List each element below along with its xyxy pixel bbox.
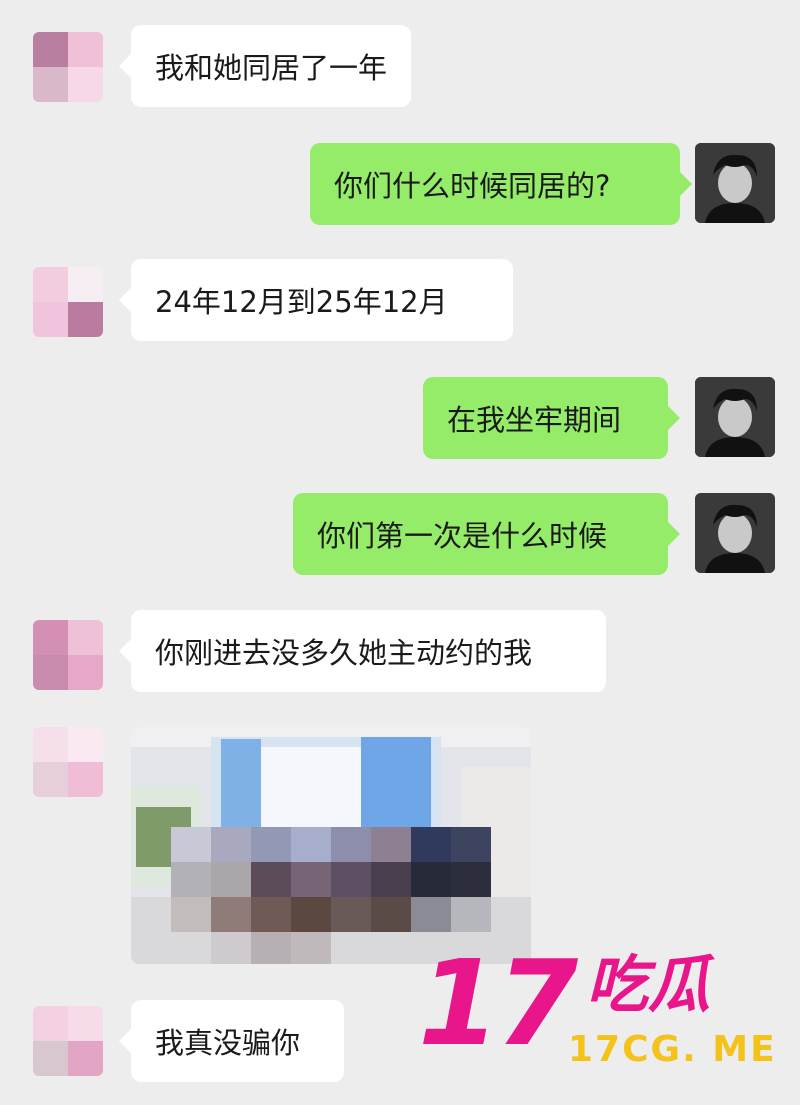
pixelated-avatar-icon (33, 267, 103, 337)
watermark-chinese: 吃瓜 (586, 948, 711, 1021)
pixelated-avatar-icon (33, 1006, 103, 1076)
contact-avatar[interactable] (33, 32, 103, 102)
pixelated-avatar-icon (33, 32, 103, 102)
message-row: 在我坐牢期间 (0, 377, 800, 459)
message-bubble[interactable]: 在我坐牢期间 (423, 377, 680, 459)
message-row: 你们第一次是什么时候 (0, 493, 800, 575)
person-photo-icon (695, 377, 775, 457)
user-avatar[interactable] (695, 143, 775, 223)
image-message[interactable] (131, 727, 531, 964)
message-bubble[interactable]: 我真没骗你 (119, 1000, 344, 1082)
message-bubble[interactable]: 你们什么时候同居的? (310, 143, 692, 225)
user-avatar[interactable] (695, 493, 775, 573)
blurred-photo-icon (131, 727, 531, 964)
person-photo-icon (695, 143, 775, 223)
watermark-number: 17 (418, 934, 578, 1072)
site-watermark: 17 吃瓜 17CG. ME (418, 940, 798, 1090)
message-bubble[interactable]: 你刚进去没多久她主动约的我 (119, 610, 606, 692)
pixelated-avatar-icon (33, 727, 103, 797)
message-row: 我和她同居了一年 (0, 25, 800, 107)
pixelated-avatar-icon (33, 620, 103, 690)
contact-avatar[interactable] (33, 620, 103, 690)
message-row: 你们什么时候同居的? (0, 143, 800, 225)
person-photo-icon (695, 493, 775, 573)
contact-avatar[interactable] (33, 267, 103, 337)
message-row: 24年12月到25年12月 (0, 259, 800, 341)
contact-avatar[interactable] (33, 727, 103, 797)
message-row: 你刚进去没多久她主动约的我 (0, 610, 800, 692)
message-bubble[interactable]: 我和她同居了一年 (118, 25, 412, 107)
message-bubble[interactable]: 24年12月到25年12月 (119, 259, 513, 341)
contact-avatar[interactable] (33, 1006, 103, 1076)
watermark-site: 17CG. ME (568, 1029, 777, 1070)
message-bubble[interactable]: 你们第一次是什么时候 (293, 493, 680, 575)
user-avatar[interactable] (695, 377, 775, 457)
